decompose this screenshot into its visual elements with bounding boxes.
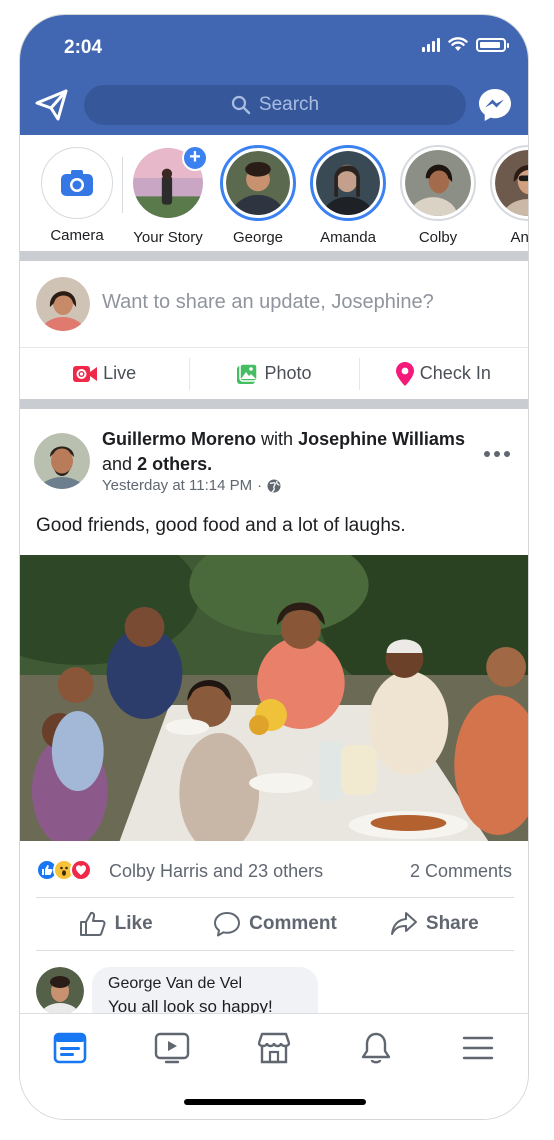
live-video-icon	[73, 365, 98, 382]
search-icon	[231, 95, 251, 115]
location-pin-icon	[395, 361, 414, 386]
story-label: Anna	[510, 229, 528, 246]
thumbs-up-icon	[79, 911, 106, 936]
checkin-label: Check In	[419, 363, 491, 383]
story-thumbnail	[405, 150, 471, 216]
stories-divider	[122, 157, 123, 213]
comments-count[interactable]: 2 Comments	[410, 861, 512, 882]
story-label: George	[232, 229, 284, 246]
story-ring: +	[130, 145, 208, 221]
story-anna[interactable]: Anna	[489, 135, 528, 251]
cellular-signal-icon	[422, 37, 440, 52]
nav-row: Search	[20, 83, 528, 127]
comment-icon	[214, 912, 241, 937]
post-time-separator: ·	[257, 477, 263, 494]
phone-frame: 2:04 Search Camera + Your Story George A…	[19, 14, 529, 1120]
composer[interactable]: Want to share an update, Josephine?	[20, 261, 528, 347]
status-icons	[422, 37, 509, 52]
post-tagged-others[interactable]: 2 others.	[137, 454, 212, 474]
reactions-text: Colby Harris and 23 others	[109, 861, 324, 881]
avatar	[36, 277, 90, 331]
story-amanda[interactable]: Amanda	[309, 135, 387, 251]
story-colby[interactable]: Colby	[399, 135, 477, 251]
avatar[interactable]	[34, 433, 90, 489]
home-indicator[interactable]	[184, 1099, 366, 1105]
status-time: 2:04	[64, 37, 103, 58]
story-ring	[310, 145, 386, 221]
live-label: Live	[103, 363, 137, 383]
post-with-text: with	[261, 429, 294, 449]
wifi-icon	[448, 37, 468, 51]
search-bar[interactable]: Search	[84, 85, 466, 125]
post-actions: Like Comment Share	[36, 897, 514, 951]
story-camera[interactable]: Camera	[38, 135, 116, 251]
camera-circle	[41, 147, 113, 219]
like-button[interactable]: Like	[36, 898, 195, 950]
tab-marketplace[interactable]	[254, 1028, 294, 1068]
avatar[interactable]	[36, 967, 84, 1015]
story-thumbnail	[495, 150, 528, 216]
love-reaction-icon	[70, 859, 92, 881]
reactions-summary[interactable]: Colby Harris and 23 others 2 Comments	[20, 853, 528, 889]
tab-watch[interactable]	[152, 1028, 192, 1068]
comment-button[interactable]: Comment	[195, 898, 354, 950]
stories-tray: Camera + Your Story George Amanda Colby …	[20, 135, 528, 251]
story-label: Your Story	[133, 229, 203, 246]
post-header: Guillermo Moreno with Josephine Williams…	[102, 427, 482, 477]
photo-icon	[237, 362, 259, 384]
send-icon[interactable]	[34, 87, 70, 123]
globe-icon	[267, 479, 281, 492]
share-button[interactable]: Share	[355, 898, 514, 950]
story-ring	[220, 145, 296, 221]
watch-video-icon	[154, 1032, 190, 1064]
photo-button[interactable]: Photo	[189, 348, 358, 399]
more-options-icon[interactable]	[484, 451, 510, 457]
search-placeholder: Search	[258, 94, 320, 115]
share-label: Share	[425, 913, 479, 934]
story-thumbnail	[226, 151, 290, 215]
story-thumbnail	[316, 151, 380, 215]
tab-menu[interactable]	[458, 1028, 498, 1068]
post-author[interactable]: Guillermo Moreno	[102, 429, 256, 449]
story-label: Camera	[50, 227, 104, 244]
post-time-text: Yesterday at 11:14 PM	[102, 477, 253, 494]
story-label: Colby	[418, 229, 458, 246]
messenger-icon[interactable]	[476, 86, 514, 124]
post-timestamp[interactable]: Yesterday at 11:14 PM ·	[102, 477, 281, 494]
comment-label: Comment	[249, 913, 337, 934]
composer-actions: Live Photo Check In	[20, 347, 528, 399]
story-label: Amanda	[320, 229, 376, 246]
tab-notifications[interactable]	[356, 1028, 396, 1068]
post-tagged-person[interactable]: Josephine Williams	[298, 429, 465, 449]
bell-icon	[361, 1032, 391, 1064]
battery-icon	[476, 37, 509, 52]
section-separator	[20, 251, 528, 261]
live-button[interactable]: Live	[20, 348, 189, 399]
section-separator	[20, 399, 528, 409]
camera-icon	[61, 170, 93, 196]
checkin-button[interactable]: Check In	[358, 348, 528, 399]
marketplace-icon	[257, 1032, 291, 1064]
composer-input[interactable]: Want to share an update, Josephine?	[102, 291, 434, 314]
post-and-text: and	[102, 454, 133, 474]
share-icon	[390, 912, 417, 935]
add-story-icon[interactable]: +	[182, 145, 208, 171]
story-ring	[490, 145, 528, 221]
reaction-icons	[36, 859, 92, 881]
photo-label: Photo	[264, 363, 312, 383]
post-photo[interactable]	[20, 555, 528, 841]
like-label: Like	[114, 913, 153, 934]
story-your-story[interactable]: + Your Story	[129, 135, 208, 251]
bottom-tab-bar	[20, 1013, 528, 1119]
story-george[interactable]: George	[219, 135, 297, 251]
tab-news-feed[interactable]	[50, 1028, 90, 1068]
story-ring	[400, 145, 476, 221]
hamburger-menu-icon	[462, 1036, 494, 1060]
post-text: Good friends, good food and a lot of lau…	[36, 515, 406, 536]
news-feed-icon	[53, 1032, 87, 1064]
comment-author[interactable]: George Van de Vel	[108, 975, 302, 993]
top-header: 2:04 Search	[20, 15, 528, 135]
